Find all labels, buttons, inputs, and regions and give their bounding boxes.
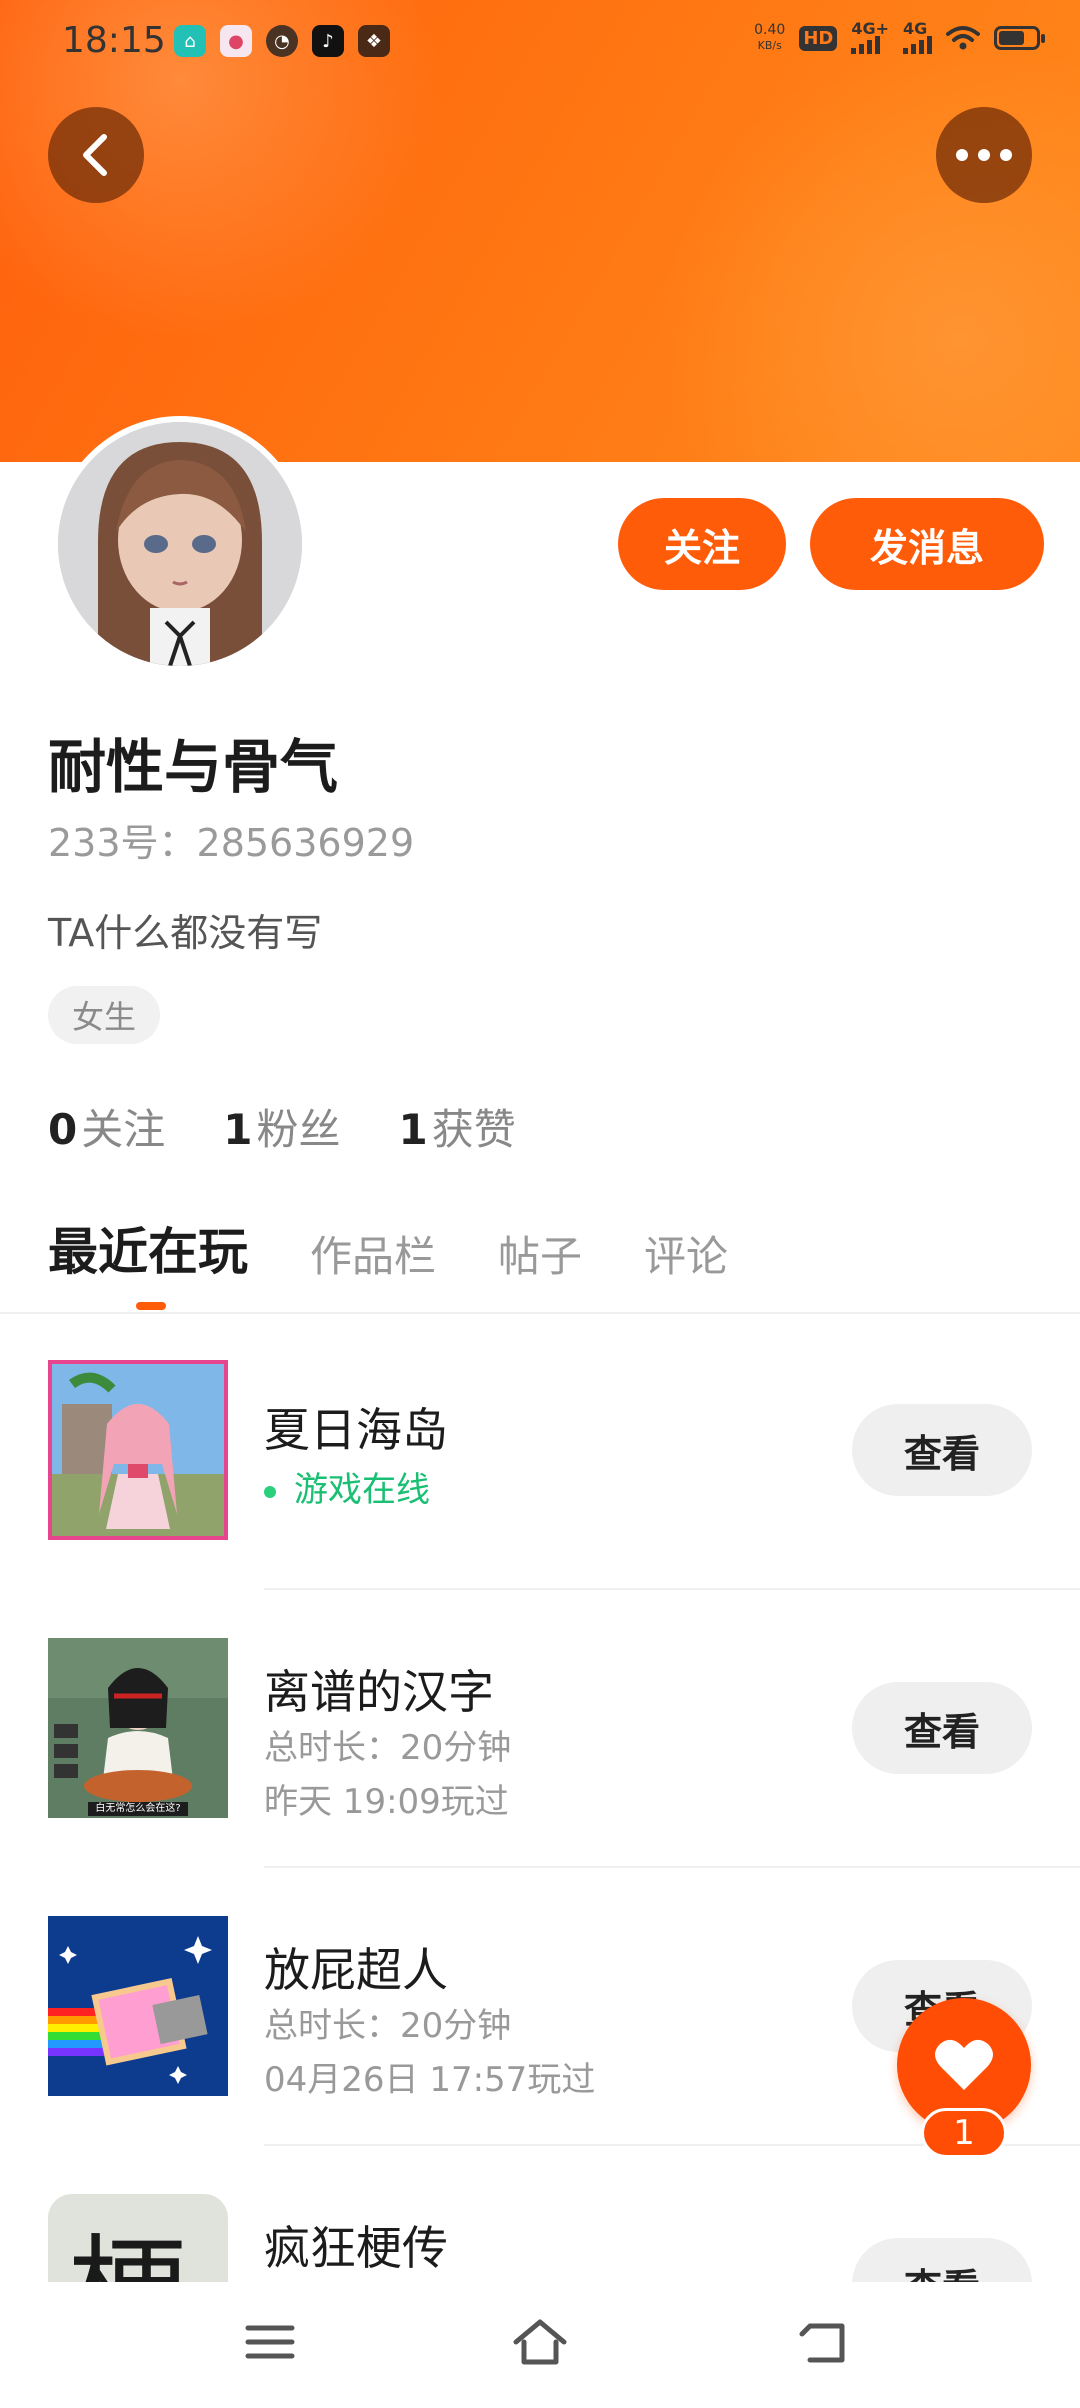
tab-comments[interactable]: 评论 — [644, 1223, 728, 1284]
menu-icon[interactable] — [240, 2312, 300, 2372]
avatar[interactable] — [52, 416, 308, 672]
game-thumbnail — [48, 1916, 228, 2096]
profile-tabs: 最近在玩 作品栏 帖子 评论 — [48, 1212, 790, 1284]
wifi-icon — [946, 26, 980, 50]
stat-following[interactable]: 0关注 — [48, 1096, 165, 1157]
list-item[interactable]: 白无常怎么会在这? 离谱的汉字 总时长：20分钟 昨天 19:09玩过 查看 — [0, 1590, 1080, 1868]
game-online-status: 游戏在线 — [264, 1462, 430, 1511]
status-time: 18:15 — [62, 20, 166, 61]
notification-app-icon: ❖ — [358, 25, 390, 57]
game-thumbnail: 梗 — [48, 2194, 228, 2282]
thumb-caption: 白无常怎么会在这? — [95, 1803, 181, 1814]
game-last-played: 04月26日 17:57玩过 — [264, 2060, 596, 2100]
notification-app-icon: ⌂ — [174, 25, 206, 57]
game-total-time: 总时长：20分钟 — [264, 2006, 512, 2046]
game-name: 离谱的汉字 — [264, 1665, 494, 1719]
home-icon[interactable] — [510, 2312, 570, 2372]
game-thumbnail — [48, 1360, 228, 1540]
send-message-button[interactable]: 发消息 — [810, 498, 1044, 590]
nickname: 耐性与骨气 — [48, 733, 339, 801]
profile-stats: 0关注 1粉丝 1获赞 — [48, 1096, 516, 1157]
user-id: 233号：285636929 — [48, 821, 415, 865]
battery-icon — [994, 26, 1045, 50]
list-item[interactable]: 梗 疯狂梗传 查看 — [0, 2146, 1080, 2282]
tiktok-icon: ♪ — [312, 25, 344, 57]
like-count-badge: 1 — [921, 2108, 1007, 2158]
signal-1-icon: 4G+ — [851, 21, 889, 54]
system-nav-bar — [0, 2282, 1080, 2408]
follow-button[interactable]: 关注 — [618, 498, 786, 590]
game-thumbnail: 白无常怎么会在这? — [48, 1638, 228, 1818]
stat-followers[interactable]: 1粉丝 — [223, 1096, 340, 1157]
tab-works[interactable]: 作品栏 — [310, 1223, 436, 1284]
recent-games-list: 夏日海岛 游戏在线 查看 白无常怎么会在这? 离谱的汉字 总时长：20分钟 昨天… — [0, 1312, 1080, 2282]
gender-tag: 女生 — [48, 986, 161, 1044]
game-name: 放屁超人 — [264, 1943, 448, 1997]
status-app-icons: ⌂ ● ◔ ♪ ❖ — [174, 25, 390, 57]
online-dot-icon — [264, 1485, 276, 1498]
game-total-time: 总时长：20分钟 — [264, 1728, 512, 1768]
avatar-image — [58, 422, 302, 666]
view-button[interactable]: 查看 — [852, 1404, 1032, 1496]
more-dots-icon — [956, 149, 1012, 161]
tab-posts[interactable]: 帖子 — [498, 1223, 582, 1284]
game-name: 疯狂梗传 — [264, 2221, 448, 2275]
bio: TA什么都没有写 — [48, 911, 323, 955]
status-indicators: 0.40 KB/s HD 4G+ 4G — [754, 21, 1045, 54]
hd-voice-icon: HD — [799, 25, 838, 51]
game-name: 夏日海岛 — [264, 1403, 448, 1457]
net-speed: 0.40 KB/s — [754, 22, 786, 53]
signal-2-icon: 4G — [903, 21, 932, 54]
game-last-played: 昨天 19:09玩过 — [264, 1782, 509, 1822]
active-tab-indicator — [136, 1302, 166, 1310]
list-item[interactable]: 夏日海岛 游戏在线 查看 — [0, 1312, 1080, 1590]
more-button[interactable] — [936, 107, 1032, 203]
heart-icon — [935, 2039, 993, 2090]
back-button[interactable] — [48, 107, 144, 203]
view-button[interactable]: 查看 — [852, 2238, 1032, 2282]
view-button[interactable]: 查看 — [852, 1682, 1032, 1774]
notification-app-icon: ● — [220, 25, 252, 57]
chevron-left-icon — [83, 134, 107, 176]
notification-app-icon: ◔ — [266, 25, 298, 57]
stat-likes[interactable]: 1获赞 — [399, 1096, 516, 1157]
status-bar: 18:15 ⌂ ● ◔ ♪ ❖ 0.40 KB/s HD 4G+ 4G — [0, 0, 1080, 86]
back-icon[interactable] — [796, 2312, 856, 2372]
tab-recently-played[interactable]: 最近在玩 — [48, 1212, 248, 1284]
